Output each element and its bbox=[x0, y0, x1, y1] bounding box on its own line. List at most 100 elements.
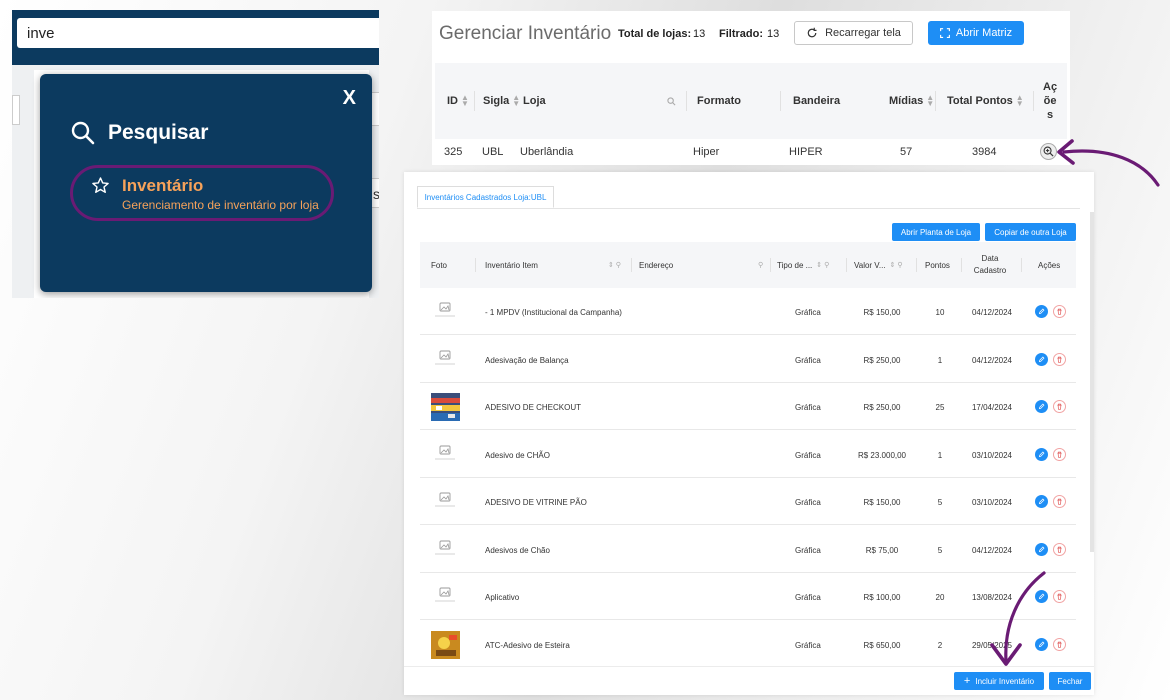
edit-button[interactable] bbox=[1035, 352, 1048, 366]
col-header-item[interactable]: Inventário Item bbox=[485, 242, 538, 288]
col-header-bandeira[interactable]: Bandeira bbox=[793, 63, 840, 139]
cell-tipo: Gráfica bbox=[795, 593, 821, 602]
cell-id: 325 bbox=[444, 146, 463, 158]
close-button[interactable]: Fechar bbox=[1049, 672, 1091, 690]
col-header-id[interactable]: ID ▲ ▼ bbox=[447, 63, 469, 139]
cell-data: 29/05/2025 bbox=[971, 640, 1013, 650]
trash-icon bbox=[1057, 451, 1062, 458]
column-divider bbox=[1021, 258, 1022, 272]
trash-icon bbox=[1057, 498, 1062, 505]
delete-button[interactable] bbox=[1053, 542, 1066, 556]
search-icon bbox=[71, 121, 95, 145]
col-header-tipo[interactable]: Tipo de ... ⇕ ⚲ bbox=[777, 242, 829, 288]
open-store-plan-button[interactable]: Abrir Planta de Loja bbox=[892, 223, 980, 241]
delete-button[interactable] bbox=[1053, 400, 1066, 413]
cell-valor: R$ 250,00 bbox=[863, 403, 901, 412]
cell-valor: R$ 23.000,00 bbox=[857, 450, 907, 460]
edit-button[interactable] bbox=[1035, 495, 1048, 508]
stores-table-header: ID ▲ ▼ Sigla ▲ ▼ Loja Formato Bandeira Mídia… bbox=[435, 63, 1067, 139]
cell-pontos: 5 bbox=[937, 545, 943, 555]
edit-button[interactable] bbox=[1035, 447, 1048, 461]
close-button[interactable]: X bbox=[343, 87, 356, 110]
edit-button[interactable] bbox=[1035, 542, 1048, 556]
cell-tipo: Gráfica bbox=[795, 498, 821, 507]
search-result-inventario[interactable]: Inventário Gerenciamento de inventário p… bbox=[70, 165, 334, 221]
col-header-sigla[interactable]: Sigla ▲ ▼ bbox=[483, 63, 520, 139]
col-header-foto: Foto bbox=[431, 260, 448, 270]
open-matrix-button-label: Abrir Matriz bbox=[955, 27, 1013, 39]
col-header-endereco[interactable]: Endereço bbox=[639, 242, 673, 288]
table-row[interactable]: 325 UBL Uberlândia Hiper HIPER 57 3984 bbox=[435, 139, 1067, 165]
cell-item: ATC-Adesivo de Esteira bbox=[485, 640, 570, 650]
table-row[interactable]: Adesivação de Balança Gráfica R$ 250,00 1 04… bbox=[420, 336, 1076, 383]
table-row[interactable]: ATC-Adesivo de Esteira Gráfica R$ 650,00 2 2… bbox=[420, 621, 1076, 668]
col-header-acoes: Aç õe s bbox=[1043, 81, 1058, 121]
edit-button[interactable] bbox=[1035, 637, 1048, 651]
col-header-formato[interactable]: Formato bbox=[697, 63, 741, 139]
edit-button[interactable] bbox=[1035, 305, 1048, 318]
zoom-in-button[interactable] bbox=[1040, 143, 1057, 160]
trash-icon bbox=[1057, 641, 1062, 648]
add-inventory-button[interactable]: + Incluir Inventário bbox=[954, 672, 1044, 690]
edit-button[interactable] bbox=[1035, 400, 1048, 413]
pencil-icon bbox=[1038, 451, 1045, 457]
delete-button[interactable] bbox=[1053, 637, 1066, 651]
col-header-pontos: Pontos bbox=[925, 260, 950, 270]
sort-icon[interactable]: ⇕ ⚲ bbox=[604, 242, 621, 288]
delete-button[interactable] bbox=[1053, 305, 1066, 318]
search-input[interactable] bbox=[17, 18, 379, 48]
delete-button[interactable] bbox=[1053, 447, 1066, 461]
col-header-loja[interactable]: Loja bbox=[523, 63, 546, 139]
image-placeholder-icon bbox=[435, 302, 455, 317]
table-row[interactable]: ADESIVO DE VITRINE PÃO Gráfica R$ 150,00 5 0… bbox=[420, 478, 1076, 525]
scrollbar[interactable] bbox=[1090, 212, 1094, 552]
table-row[interactable]: - 1 MPDV (Institucional da Campanha) Gráf… bbox=[420, 288, 1076, 335]
cell-tipo: Gráfica bbox=[795, 403, 821, 412]
manage-inventory-panel: Gerenciar Inventário Total de lojas: 13 … bbox=[432, 11, 1070, 165]
cell-data: 04/12/2024 bbox=[971, 355, 1013, 365]
edit-button[interactable] bbox=[1035, 590, 1048, 603]
pencil-icon bbox=[1038, 308, 1045, 315]
cell-pontos: 20 bbox=[935, 593, 945, 602]
total-stores-value: 13 bbox=[693, 28, 706, 40]
search-modal: X Pesquisar Inventário Gerenciamento de … bbox=[40, 74, 372, 292]
expand-icon bbox=[939, 28, 950, 38]
item-photo bbox=[431, 393, 460, 421]
cell-tipo: Gráfica bbox=[795, 450, 821, 460]
col-header-valor[interactable]: Valor V... ⇕ ⚲ bbox=[854, 242, 903, 288]
cell-pontos: 10 bbox=[935, 308, 945, 317]
table-row[interactable]: Aplicativo Gráfica R$ 100,00 20 13/08/2024 bbox=[420, 573, 1076, 620]
column-divider bbox=[770, 258, 771, 272]
cell-data: 04/12/2024 bbox=[971, 308, 1013, 317]
cell-valor: R$ 150,00 bbox=[863, 498, 901, 507]
open-matrix-button[interactable]: Abrir Matriz bbox=[928, 21, 1024, 45]
cell-data: 03/10/2024 bbox=[971, 450, 1013, 460]
col-header-total-pontos[interactable]: Total Pontos ▲ ▼ bbox=[947, 63, 1024, 139]
cell-total-pontos: 3984 bbox=[972, 146, 997, 158]
cell-item: ADESIVO DE VITRINE PÃO bbox=[485, 498, 587, 507]
cell-data: 03/10/2024 bbox=[971, 498, 1013, 507]
cell-tipo: Gráfica bbox=[795, 640, 821, 650]
reload-button[interactable]: Recarregar tela bbox=[794, 21, 913, 45]
cell-pontos: 1 bbox=[937, 355, 943, 365]
table-row[interactable]: Adesivo de CHÃO Gráfica R$ 23.000,00 1 03/10… bbox=[420, 431, 1076, 478]
cell-item: Adesivo de CHÃO bbox=[485, 450, 550, 460]
tab-inventarios[interactable]: Inventários Cadastrados Loja:UBL bbox=[417, 186, 554, 208]
delete-button[interactable] bbox=[1053, 495, 1066, 508]
col-header-data-cadastro: Data Cadastro bbox=[973, 254, 1007, 275]
filtered-value: 13 bbox=[767, 28, 780, 40]
table-row[interactable]: ADESIVO DE CHECKOUT Gráfica R$ 250,00 25 17/… bbox=[420, 383, 1076, 430]
cell-loja: Uberlândia bbox=[520, 146, 574, 158]
search-icon[interactable]: ⚲ bbox=[754, 242, 763, 288]
image-placeholder-icon bbox=[435, 350, 455, 364]
delete-button[interactable] bbox=[1053, 590, 1066, 603]
table-row[interactable]: Adesivos de Chão Gráfica R$ 75,00 5 04/12/20… bbox=[420, 526, 1076, 573]
cell-valor: R$ 150,00 bbox=[863, 308, 901, 317]
cell-pontos: 2 bbox=[937, 640, 943, 650]
delete-button[interactable] bbox=[1053, 352, 1066, 366]
col-header-midias[interactable]: Mídias ▲ ▼ bbox=[889, 63, 934, 139]
image-placeholder-icon bbox=[435, 587, 455, 602]
cell-bandeira: HIPER bbox=[789, 146, 823, 158]
search-icon[interactable] bbox=[667, 63, 676, 139]
copy-from-store-button[interactable]: Copiar de outra Loja bbox=[985, 223, 1076, 241]
